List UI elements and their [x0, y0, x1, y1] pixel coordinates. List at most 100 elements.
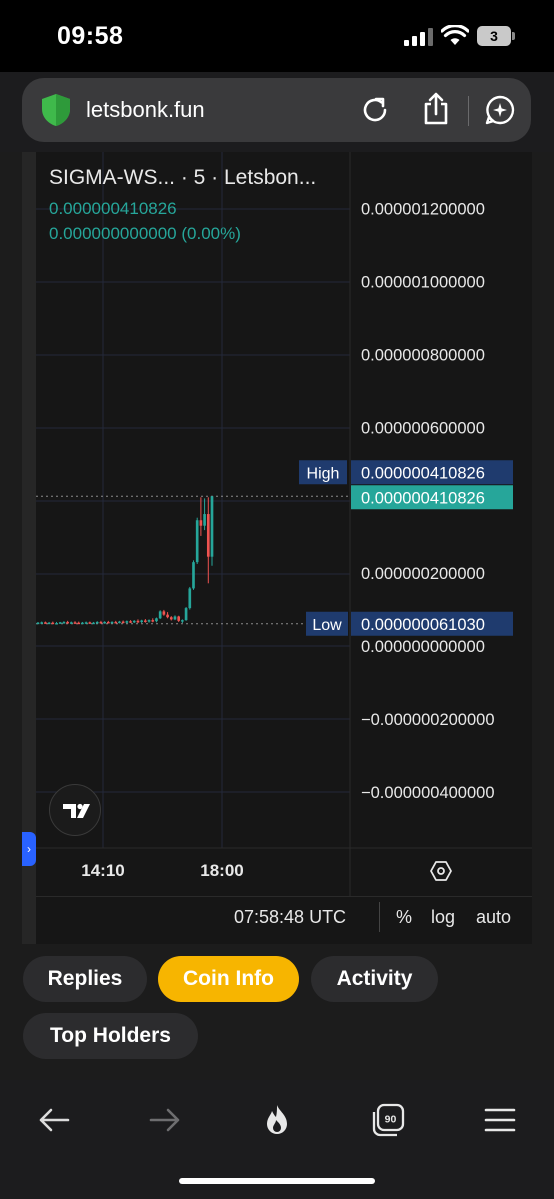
current-price: 0.000000410826 [361, 489, 485, 507]
candle-body [110, 621, 114, 624]
tradingview-logo-icon [63, 803, 90, 818]
candle-body [155, 618, 158, 622]
candle-body [121, 621, 125, 624]
candle-body [51, 622, 55, 625]
address-bar[interactable]: letsbonk.fun [22, 78, 531, 142]
status-time: 09:58 [57, 22, 124, 50]
sidebar-toggle-button[interactable]: › [22, 832, 36, 866]
candle-body [55, 623, 58, 625]
high-value: 0.000000410826 [361, 464, 485, 482]
candle-body [69, 622, 73, 624]
y-axis-tick-label: −0.000000400000 [361, 784, 495, 802]
status-bar: 09:58 3 [0, 0, 554, 72]
low-label: Low [312, 617, 342, 634]
candle-body [92, 622, 95, 625]
candle-body [66, 621, 69, 624]
flame-icon[interactable] [259, 1102, 295, 1138]
candle-body [118, 621, 121, 624]
candle-body [47, 622, 51, 625]
candle-body [125, 621, 129, 623]
candle-body [136, 620, 140, 623]
back-icon[interactable] [36, 1102, 72, 1138]
battery-level: 3 [477, 26, 511, 46]
auto-scale-toggle[interactable]: auto [476, 907, 511, 928]
candle-body [77, 622, 81, 625]
candle-body [162, 611, 166, 615]
candle-body [151, 620, 155, 622]
candle-body [40, 622, 44, 624]
shield-icon [42, 94, 70, 126]
tradingview-logo[interactable] [49, 784, 101, 836]
price-change: 0.000000000000 (0.00%) [49, 224, 241, 243]
chart-settings-icon[interactable] [430, 860, 452, 882]
last-price: 0.000000410826 [49, 199, 177, 218]
y-axis-tick-label: −0.000000200000 [361, 711, 495, 729]
low-value: 0.000000061030 [361, 616, 485, 634]
candle-body [88, 622, 92, 624]
candle-body [140, 620, 143, 622]
x-axis-tick-label: 14:10 [81, 861, 124, 880]
candle-body [81, 622, 84, 625]
y-axis-tick-label: 0.000000800000 [361, 346, 485, 364]
tab-coin-info[interactable]: Coin Info [158, 956, 299, 1002]
tab-activity[interactable]: Activity [311, 956, 438, 1002]
candle-body [73, 622, 77, 624]
y-axis-tick-label: 0.000000000000 [361, 638, 485, 656]
wifi-icon [441, 25, 469, 45]
assistant-icon[interactable] [484, 94, 516, 126]
y-axis-tick-label: 0.000001200000 [361, 201, 485, 219]
signal-icon [404, 28, 433, 46]
candle-body [181, 620, 184, 622]
home-indicator [179, 1178, 375, 1184]
tab-replies[interactable]: Replies [23, 956, 147, 1002]
tab-count: 90 [385, 1114, 397, 1126]
price-chart-panel[interactable]: 0.000001200000 0.000001000000 0.0000008000… [22, 152, 532, 944]
candle-body [199, 520, 203, 526]
candle-body [144, 620, 147, 622]
candle-body [44, 622, 47, 624]
candle-body [210, 496, 214, 557]
candle-body [177, 616, 181, 621]
utc-clock[interactable]: 07:58:48 UTC [234, 907, 346, 928]
y-axis-tick-label: 0.000000200000 [361, 565, 485, 583]
candle-body [195, 520, 199, 563]
tab-top-holders[interactable]: Top Holders [23, 1013, 198, 1059]
candle-body [192, 562, 195, 589]
log-scale-toggle[interactable]: log [431, 907, 455, 928]
candle-body [129, 621, 132, 623]
symbol-title[interactable]: SIGMA-WS... · 5 · Letsbon... [49, 166, 316, 190]
browser-toolbar: 90 [0, 1080, 554, 1199]
battery-icon: 3 [477, 26, 515, 46]
candle-body [203, 514, 206, 526]
percent-scale-toggle[interactable]: % [396, 907, 412, 928]
candle-body [62, 621, 66, 624]
candle-body [58, 622, 62, 624]
url-text[interactable]: letsbonk.fun [86, 97, 205, 123]
candle-body [166, 614, 169, 618]
share-icon[interactable] [422, 92, 450, 126]
candle-body [173, 616, 177, 620]
x-axis-tick-label: 18:00 [200, 861, 243, 880]
candle-body [188, 588, 192, 609]
tabs-icon[interactable]: 90 [370, 1102, 406, 1138]
candle-body [107, 621, 110, 624]
candle-body [95, 621, 99, 624]
page-content: 0.000001200000 0.000001000000 0.0000008000… [0, 152, 554, 1080]
candle-body [103, 621, 106, 624]
browser-url-area: letsbonk.fun [0, 72, 554, 152]
y-axis-tick-label: 0.000001000000 [361, 274, 485, 292]
reload-icon[interactable] [360, 95, 390, 125]
y-axis-tick-label: 0.000000600000 [361, 419, 485, 437]
candle-body [158, 611, 162, 619]
menu-icon[interactable] [482, 1102, 518, 1138]
candle-body [114, 621, 118, 624]
candle-body [206, 514, 210, 557]
candle-body [36, 622, 40, 625]
candle-body [99, 621, 103, 624]
candle-body [84, 622, 88, 624]
candle-body [132, 620, 136, 623]
candle-body [147, 620, 151, 622]
candle-body [184, 608, 188, 621]
high-label: High [307, 465, 340, 482]
forward-icon[interactable] [147, 1102, 183, 1138]
